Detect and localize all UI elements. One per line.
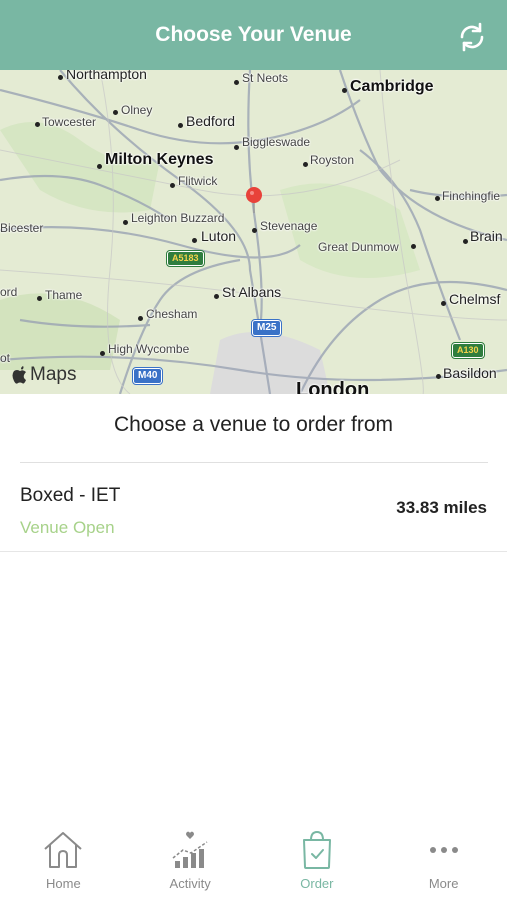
more-icon xyxy=(429,847,458,853)
map-city-dot xyxy=(463,239,468,244)
map-city-dot xyxy=(37,296,42,301)
tab-order[interactable]: Order xyxy=(254,820,381,900)
map-place-label: Flitwick xyxy=(178,174,218,188)
map-place-label: ord xyxy=(0,285,18,299)
maps-label: Maps xyxy=(30,364,77,385)
venue-map[interactable]: Northampton St Neots Cambridge Olney Tow… xyxy=(0,70,507,394)
road-shield: A5183 xyxy=(166,250,205,267)
home-icon xyxy=(44,832,83,868)
map-place-label: St Neots xyxy=(242,71,289,85)
tab-activity[interactable]: Activity xyxy=(127,820,254,900)
venue-name: Boxed - IET xyxy=(20,485,121,506)
map-place-label: Bicester xyxy=(0,221,44,235)
map-city-dot xyxy=(97,164,102,169)
map-place-label: Finchingfie xyxy=(442,189,501,203)
map-place-label: High Wycombe xyxy=(108,342,190,356)
apple-logo-icon xyxy=(12,365,26,384)
map-place-label: Towcester xyxy=(42,115,97,129)
map-place-label: St Albans xyxy=(222,284,282,300)
map-city-dot xyxy=(35,122,40,127)
refresh-button[interactable] xyxy=(455,20,489,54)
map-place-label: Northampton xyxy=(66,70,147,82)
map-city-dot xyxy=(441,301,446,306)
map-place-label: Bedford xyxy=(186,113,236,129)
venue-pin-icon[interactable] xyxy=(245,186,263,214)
map-place-label: Olney xyxy=(121,103,153,117)
tab-label: Order xyxy=(300,876,334,891)
venue-status: Venue Open xyxy=(20,518,115,537)
tab-home[interactable]: Home xyxy=(0,820,127,900)
map-city-dot xyxy=(435,196,440,201)
map-city-dot xyxy=(303,162,308,167)
activity-icon xyxy=(172,831,208,868)
map-city-dot xyxy=(411,244,416,249)
map-place-label: Stevenage xyxy=(260,219,318,233)
maps-attribution: Maps xyxy=(12,364,76,386)
page-title: Choose Your Venue xyxy=(155,23,352,46)
road-shield: A130 xyxy=(451,342,485,359)
map-city-dot xyxy=(113,110,118,115)
map-city-dot xyxy=(58,75,63,80)
map-place-label: London xyxy=(296,379,370,394)
venue-list-item[interactable]: Boxed - IET Venue Open 33.83 miles xyxy=(0,463,507,551)
venue-distance: 33.83 miles xyxy=(396,498,487,517)
map-city-dot xyxy=(214,294,219,299)
tab-label: More xyxy=(428,876,459,891)
map-place-label: Great Dunmow xyxy=(318,240,399,254)
road-shield: M25 xyxy=(250,319,283,337)
map-city-dot xyxy=(342,88,347,93)
map-place-label: Basildon xyxy=(443,365,497,381)
map-city-dot xyxy=(123,220,128,225)
map-city-dot xyxy=(178,123,183,128)
map-city-dot xyxy=(192,238,197,243)
map-city-dot xyxy=(100,351,105,356)
order-bag-icon xyxy=(302,830,331,869)
tab-label: Activity xyxy=(169,876,211,891)
map-place-label: Cambridge xyxy=(350,78,434,95)
map-place-label: Leighton Buzzard xyxy=(131,211,225,225)
map-place-label: Milton Keynes xyxy=(105,151,214,168)
map-place-label: Chesham xyxy=(146,307,198,321)
map-city-dot xyxy=(170,183,175,188)
map-place-label: Luton xyxy=(201,228,237,244)
section-title: Choose a venue to order from xyxy=(114,413,393,436)
map-city-dot xyxy=(252,228,257,233)
map-place-label: Royston xyxy=(310,153,355,167)
map-place-label: Brain xyxy=(470,228,503,244)
refresh-icon xyxy=(460,22,484,52)
map-city-dot xyxy=(234,145,239,150)
tab-more[interactable]: More xyxy=(380,820,507,900)
map-place-label: Chelmsf xyxy=(449,291,501,307)
map-city-dot xyxy=(436,374,441,379)
tab-bar: Home Activity Order More xyxy=(0,820,507,900)
map-place-label: Biggleswade xyxy=(242,135,311,149)
map-place-label: Thame xyxy=(45,288,83,302)
tab-label: Home xyxy=(46,876,81,891)
map-city-dot xyxy=(138,316,143,321)
divider xyxy=(0,551,507,552)
header-bar: Choose Your Venue xyxy=(0,0,507,70)
map-place-label: ot xyxy=(0,351,11,365)
road-shield: M40 xyxy=(131,367,164,385)
map-city-dot xyxy=(234,80,239,85)
